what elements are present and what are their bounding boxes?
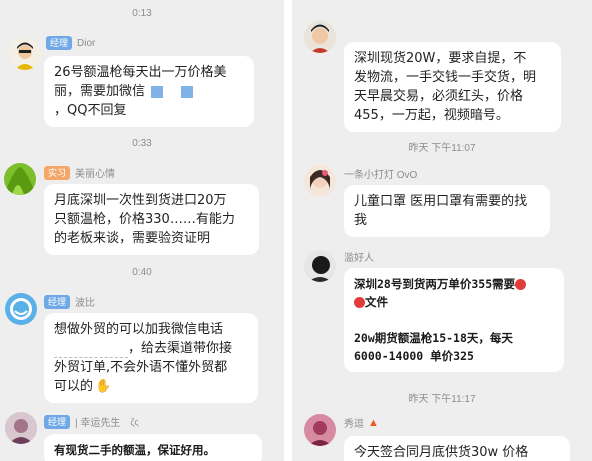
message-line: 有现货二手的额温，保证好用。 [54, 443, 215, 457]
message-line: 天早晨交易，必须红头，价格 [354, 89, 524, 104]
message-line: 的老板来谈，需要验资证明 [54, 231, 211, 246]
sender-name: | 幸运先生 [75, 418, 121, 429]
sender-meta: 滥好人 [344, 249, 374, 264]
message-bubble[interactable]: 儿童口罩 医用口罩有需要的找 我 [344, 185, 550, 237]
message-line: 6000-14000 单价325 [354, 349, 474, 363]
divider [284, 0, 292, 461]
left-chat-panel: 0:13 经理 Dior 26号额温枪每天出一万价格美 丽，需要加微信 ，QQ不… [0, 0, 284, 461]
sender-meta: 实习 美丽心情 [44, 165, 115, 180]
avatar-icon [5, 293, 37, 325]
sender-name-suffix: ζς [130, 416, 139, 427]
timestamp: 0:33 [132, 138, 152, 149]
avatar[interactable] [9, 38, 41, 70]
message-line: 深圳现货20W，要求自提，不 [354, 51, 527, 66]
wave-hand-icon: ✋ [95, 379, 112, 394]
timestamp: 0:40 [132, 267, 152, 278]
timestamp: 昨天 下午11:07 [408, 143, 476, 154]
sender-name: 滥好人 [344, 253, 374, 264]
message-line: ，给去渠道带你接 [54, 339, 248, 358]
message-line: 今天签合同月底供货30w 价格 [354, 445, 529, 460]
message-line: 文件 [354, 293, 554, 311]
avatar-icon [304, 165, 336, 197]
message-line: 深圳28号到货两万单价355需要 [354, 275, 554, 293]
timestamp: 昨天 下午11:17 [408, 394, 476, 405]
avatar-icon [304, 414, 336, 446]
avatar-icon [304, 21, 336, 53]
message-line: 可以的 ✋ [54, 379, 112, 394]
message-line: 发物流，一手交钱一手交货，明 [354, 70, 537, 85]
fire-icon: ▲ [368, 416, 379, 429]
avatar[interactable] [4, 163, 36, 195]
sender-name: 美丽心情 [75, 169, 116, 180]
sender-meta: 经理 波比 [44, 294, 95, 309]
avatar-icon [304, 250, 336, 282]
message-bubble[interactable]: 有现货二手的额温，保证好用。 [44, 434, 262, 461]
avatar[interactable] [5, 412, 37, 444]
blue-square-icon [181, 85, 194, 98]
right-chat-panel: 深圳现货20W，要求自提，不 发物流，一手交钱一手交货，明 天早晨交易，必须红头… [292, 0, 592, 461]
message-bubble[interactable]: 26号额温枪每天出一万价格美 丽，需要加微信 ，QQ不回复 [44, 56, 254, 127]
message-line: 外贸订单,不会外语不懂外贸都 [54, 360, 228, 375]
message-line [354, 311, 554, 329]
role-badge: 经理 [44, 294, 71, 309]
red-dot-icon [515, 279, 527, 290]
message-line: 26号额温枪每天出一万价格美 [54, 65, 227, 80]
sender-name: 一条小打灯 OvO [344, 170, 418, 181]
avatar[interactable] [5, 293, 37, 325]
message-line: 我 [354, 213, 368, 228]
blue-square-icon [151, 85, 164, 98]
sender-name: 波比 [75, 298, 96, 309]
avatar[interactable] [304, 165, 336, 197]
message-line: 455，一万起，视频暗号。 [354, 108, 509, 123]
role-badge: 经理 [46, 36, 73, 50]
sender-meta: 经理 Dior [46, 36, 95, 50]
role-badge: 经理 [44, 414, 71, 429]
message-bubble[interactable]: 想做外贸的可以加我微信电话 ，给去渠道带你接 外贸订单,不会外语不懂外贸都 可以… [44, 313, 258, 403]
message-line: 月底深圳一次性到货进口20万 [54, 193, 227, 208]
message-bubble[interactable]: 今天签合同月底供货30w 价格 [344, 436, 570, 461]
message-bubble[interactable]: 月底深圳一次性到货进口20万 只额温枪，价格330……有能力 的老板来谈，需要验… [44, 184, 259, 255]
sender-name: Dior [77, 37, 96, 49]
message-line: ，QQ不回复 [54, 103, 127, 118]
message-line: 儿童口罩 医用口罩有需要的找 [354, 194, 528, 209]
timestamp: 0:13 [132, 8, 152, 19]
message-line: 20w期货额温枪15-18天，每天 [354, 331, 513, 345]
avatar[interactable] [304, 21, 336, 53]
sender-meta: 秀逗 ▲ [344, 415, 379, 431]
message-line: 只额温枪，价格330……有能力 [54, 212, 235, 227]
sender-meta: 一条小打灯 OvO [344, 166, 417, 181]
avatar-icon [9, 38, 41, 70]
sender-name: 秀逗 [344, 419, 364, 430]
message-line: 想做外贸的可以加我微信电话 [54, 322, 224, 337]
message-line: 丽，需要加微信 [54, 82, 244, 101]
avatar[interactable] [304, 250, 336, 282]
role-badge: 实习 [44, 165, 71, 180]
sender-meta: 经理 | 幸运先生 ζς [44, 414, 139, 429]
red-dot-icon [354, 297, 365, 308]
message-bubble[interactable]: 深圳28号到货两万单价355需要 文件 20w期货额温枪15-18天，每天 60… [344, 268, 564, 372]
avatar-icon [4, 163, 36, 195]
avatar-icon [5, 412, 37, 444]
message-bubble[interactable]: 深圳现货20W，要求自提，不 发物流，一手交钱一手交货，明 天早晨交易，必须红头… [344, 42, 561, 132]
avatar[interactable] [304, 414, 336, 446]
